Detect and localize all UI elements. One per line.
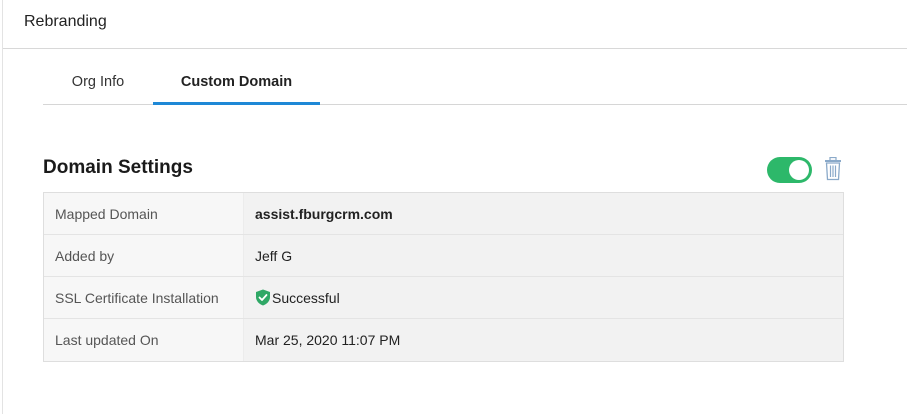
toggle-knob: [789, 160, 809, 180]
ssl-status-value: Successful: [272, 289, 340, 306]
table-row: Mapped Domain assist.fburgcrm.com: [44, 193, 843, 235]
added-by-value: Jeff G: [244, 235, 843, 276]
mapped-domain-value: assist.fburgcrm.com: [244, 193, 843, 234]
trash-icon[interactable]: [824, 157, 842, 181]
last-updated-value: Mar 25, 2020 11:07 PM: [244, 319, 843, 361]
shield-check-icon: [256, 289, 270, 306]
page-title: Rebranding: [24, 13, 107, 30]
added-by-label: Added by: [44, 235, 244, 276]
table-row: Added by Jeff G: [44, 235, 843, 277]
tab-org-info[interactable]: Org Info: [43, 62, 153, 104]
tab-custom-domain[interactable]: Custom Domain: [153, 62, 320, 105]
page-header: Rebranding: [3, 0, 907, 49]
domain-details-table: Mapped Domain assist.fburgcrm.com Added …: [43, 192, 844, 362]
last-updated-label: Last updated On: [44, 319, 244, 361]
table-row: SSL Certificate Installation Successful: [44, 277, 843, 319]
ssl-status: Successful: [244, 277, 843, 318]
tab-bar: Org Info Custom Domain: [43, 62, 907, 105]
table-row: Last updated On Mar 25, 2020 11:07 PM: [44, 319, 843, 361]
ssl-label: SSL Certificate Installation: [44, 277, 244, 318]
app-frame: Rebranding Org Info Custom Domain Domain…: [2, 0, 907, 414]
mapped-domain-label: Mapped Domain: [44, 193, 244, 234]
section-title: Domain Settings: [43, 157, 193, 178]
domain-enable-toggle[interactable]: [767, 157, 812, 183]
